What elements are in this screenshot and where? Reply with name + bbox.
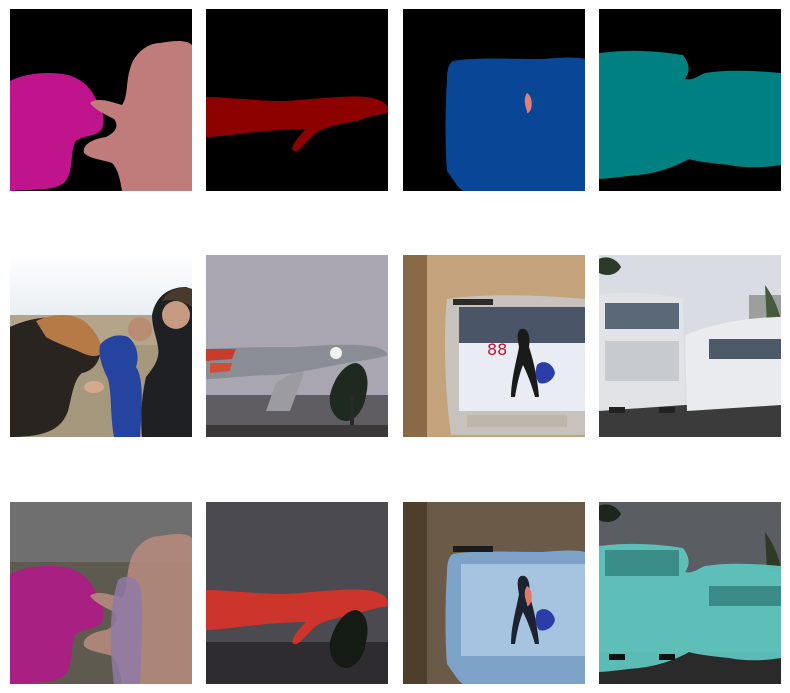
overlay-airplane-svg xyxy=(206,502,388,684)
photo-television-svg: 88 xyxy=(403,255,585,437)
overlay-television-svg xyxy=(403,502,585,684)
photo-horses-people-svg xyxy=(10,255,192,437)
image-grid: 88 xyxy=(0,0,790,693)
mask-television xyxy=(403,9,585,191)
photo-airplane xyxy=(206,255,388,437)
overlay-buses xyxy=(599,502,781,684)
photo-buses-svg xyxy=(599,255,781,437)
svg-text:88: 88 xyxy=(487,340,507,359)
mask-horses-people-svg xyxy=(10,9,192,191)
overlay-horses-people-svg xyxy=(10,502,192,684)
mask-airplane-svg xyxy=(206,9,388,191)
mask-buses xyxy=(599,9,781,191)
photo-horses-people xyxy=(10,255,192,437)
photo-buses xyxy=(599,255,781,437)
mask-buses-svg xyxy=(599,9,781,191)
mask-horses-people xyxy=(10,9,192,191)
overlay-horses-people xyxy=(10,502,192,684)
overlay-television xyxy=(403,502,585,684)
overlay-airplane xyxy=(206,502,388,684)
photo-airplane-svg xyxy=(206,255,388,437)
overlay-buses-svg xyxy=(599,502,781,684)
mask-airplane xyxy=(206,9,388,191)
photo-television: 88 xyxy=(403,255,585,437)
mask-television-svg xyxy=(403,9,585,191)
